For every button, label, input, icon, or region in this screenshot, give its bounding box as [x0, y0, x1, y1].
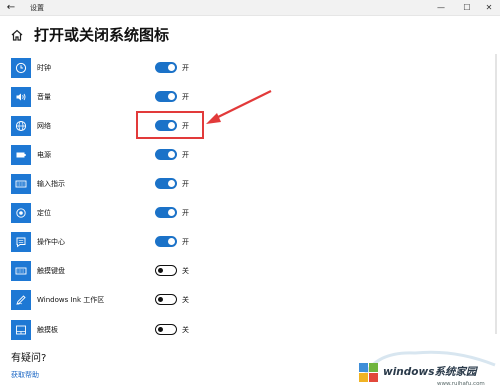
setting-label: 网络 — [37, 122, 51, 130]
setting-row-touch-keyboard: 触摸键盘 关 — [0, 259, 260, 283]
highlight-box — [136, 111, 204, 139]
location-icon — [11, 203, 31, 223]
page-title: 打开或关闭系统图标 — [34, 26, 170, 44]
volume-toggle[interactable] — [155, 91, 177, 102]
setting-label: 电源 — [37, 151, 51, 159]
setting-row-input-indicator: 输入指示 开 — [0, 172, 260, 196]
setting-label: 触摸板 — [37, 326, 58, 334]
help-heading: 有疑问? — [11, 353, 47, 364]
toggle-state: 关 — [182, 267, 189, 275]
action-center-icon — [11, 232, 31, 252]
toggle-state: 关 — [182, 296, 189, 304]
setting-label: 音量 — [37, 93, 51, 101]
input-indicator-toggle[interactable] — [155, 178, 177, 189]
setting-row-windows-ink: Windows Ink 工作区 关 — [0, 288, 260, 312]
home-icon[interactable] — [10, 28, 24, 42]
close-button[interactable]: ✕ — [478, 1, 500, 15]
window-title: 设置 — [30, 4, 44, 12]
windows-ink-toggle[interactable] — [155, 294, 177, 305]
touchpad-toggle[interactable] — [155, 324, 177, 335]
setting-label: 操作中心 — [37, 238, 65, 246]
toggle-state: 开 — [182, 93, 189, 101]
toggle-state: 开 — [182, 238, 189, 246]
scrollbar[interactable] — [495, 54, 497, 334]
globe-icon — [11, 116, 31, 136]
power-toggle[interactable] — [155, 149, 177, 160]
setting-label: 触摸键盘 — [37, 267, 65, 275]
annotation-arrow-icon — [206, 90, 272, 124]
setting-label: 定位 — [37, 209, 51, 217]
setting-label: Windows Ink 工作区 — [37, 296, 105, 304]
touch-keyboard-icon — [11, 261, 31, 281]
get-help-link[interactable]: 获取帮助 — [11, 370, 39, 380]
minimize-button[interactable]: — — [430, 1, 452, 15]
touch-keyboard-toggle[interactable] — [155, 265, 177, 276]
action-center-toggle[interactable] — [155, 236, 177, 247]
clock-icon — [11, 58, 31, 78]
clock-toggle[interactable] — [155, 62, 177, 73]
location-toggle[interactable] — [155, 207, 177, 218]
setting-row-clock: 时钟 开 — [0, 56, 260, 80]
pen-icon — [11, 290, 31, 310]
setting-row-touchpad: 触摸板 关 — [0, 318, 260, 342]
setting-label: 输入指示 — [37, 180, 65, 188]
battery-icon — [11, 145, 31, 165]
title-bar: ← 设置 — ☐ ✕ — [0, 0, 500, 16]
volume-icon — [11, 87, 31, 107]
back-button[interactable]: ← — [4, 1, 18, 15]
setting-label: 时钟 — [37, 64, 51, 72]
keyboard-icon — [11, 174, 31, 194]
setting-row-action-center: 操作中心 开 — [0, 230, 260, 254]
toggle-state: 关 — [182, 326, 189, 334]
toggle-state: 开 — [182, 209, 189, 217]
setting-row-location: 定位 开 — [0, 201, 260, 225]
toggle-state: 开 — [182, 180, 189, 188]
setting-row-power: 电源 开 — [0, 143, 260, 167]
watermark-text: windows系统家园 — [383, 366, 477, 378]
maximize-button[interactable]: ☐ — [456, 1, 478, 15]
toggle-state: 开 — [182, 64, 189, 72]
watermark-url: www.ruihafu.com — [437, 381, 485, 387]
touchpad-icon — [11, 320, 31, 340]
toggle-state: 开 — [182, 151, 189, 159]
